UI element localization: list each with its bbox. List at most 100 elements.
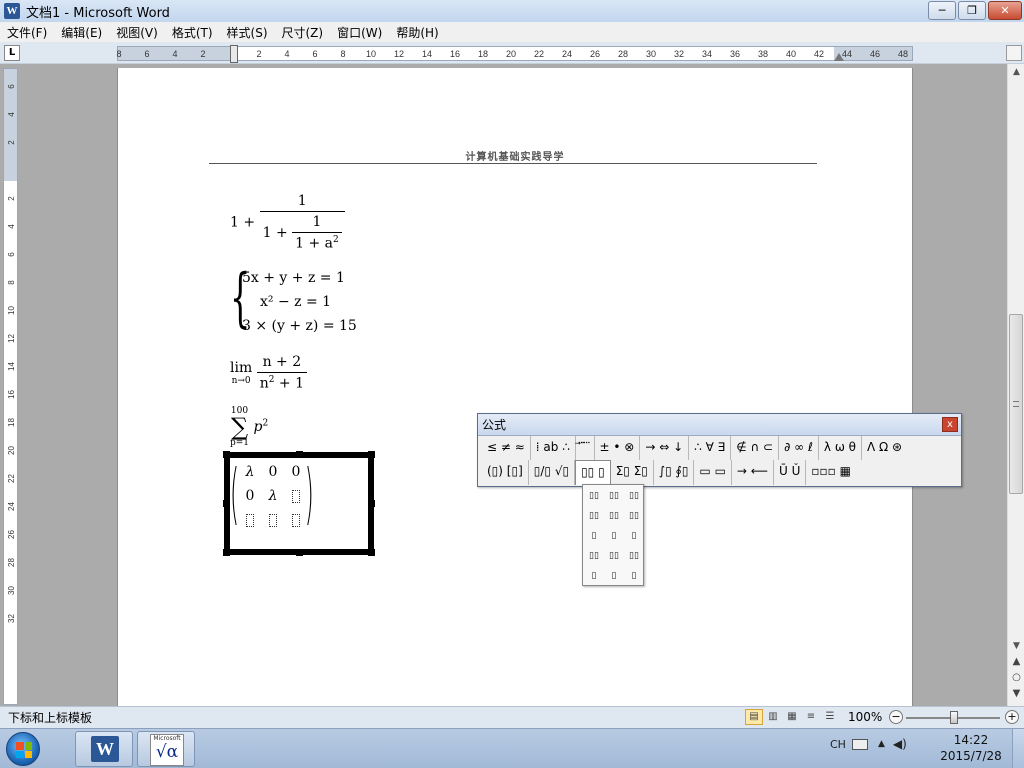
template-over-box[interactable]: ▯ [584,566,604,586]
misc-symbols-button[interactable]: ∂ ∞ ℓ [779,436,819,460]
matrix-cell-3-1[interactable] [242,512,258,528]
matrix-templates-button[interactable]: ▫▫▫ ▦ [806,460,856,485]
template-superscript-box[interactable]: ▯▯ [584,546,604,566]
resize-handle-br[interactable] [368,549,375,556]
zoom-level[interactable]: 100% [848,710,882,724]
template-subscript-left[interactable]: ▯▯ [604,486,624,506]
tab-selector-button[interactable]: L [4,45,20,61]
menu-help[interactable]: 帮助(H) [389,24,445,41]
embellishments-button[interactable]: ⃗ ⃛ ⃜ [576,436,595,460]
menu-window[interactable]: 窗口(W) [330,24,389,41]
zoom-out-button[interactable]: − [889,710,903,724]
taskbar-equation-editor-button[interactable]: Microsoft √α [137,731,195,767]
underbar-overbar-templates-button[interactable]: ▭ ▭ [694,460,732,485]
clock[interactable]: 14:22 2015/7/28 [936,732,1006,764]
vertical-scrollbar[interactable]: ▲ ▼ ▲ ○ ▼ [1007,64,1024,706]
prev-page-button[interactable]: ▲ [1008,656,1024,667]
template-under-over-box[interactable]: ▯ [624,566,644,586]
scroll-up-arrow[interactable]: ▲ [1008,64,1024,80]
menu-file[interactable]: 文件(F) [0,24,54,41]
menu-view[interactable]: 视图(V) [109,24,165,41]
equation-toolbar-close-button[interactable]: x [942,417,958,432]
matrix-cell-2-1[interactable]: 0 [242,488,258,504]
reading-view-button[interactable]: ▥ [764,709,782,725]
template-sub-super-left[interactable]: ▯▯ [624,486,644,506]
zoom-in-button[interactable]: + [1005,710,1019,724]
matrix-cell-3-3[interactable] [288,512,304,528]
volume-icon[interactable]: ◀) [893,737,907,751]
spaces-ellipses-button[interactable]: ⁞ ab ∴ [531,436,576,460]
draft-view-button[interactable]: ☰ [821,709,839,725]
resize-handle-r[interactable] [368,500,375,507]
equation-toolbar-titlebar[interactable]: 公式 x [478,414,961,436]
continued-fraction-equation[interactable]: 1 + 1 1 + 1 1 + a2 [230,193,345,252]
vertical-ruler[interactable]: 6 4 2 2 4 6 8 10 12 14 16 18 20 22 24 26 28 30 32 [3,68,18,705]
labeled-arrow-templates-button[interactable]: → ⟵ [732,460,774,485]
view-ruler-button[interactable] [1006,45,1022,61]
template-superscript-left[interactable]: ▯▯ [584,486,604,506]
show-hidden-icons-icon[interactable]: ▲ [878,739,885,749]
fraction-radical-templates-button[interactable]: ▯/▯ √▯ [529,460,576,485]
zoom-slider-thumb[interactable] [950,711,958,724]
matrix-cell-1-2[interactable]: 0 [265,464,281,480]
print-layout-view-button[interactable]: ▤ [745,709,763,725]
template-sub-super-box[interactable]: ▯▯ [624,546,644,566]
taskbar-word-button[interactable]: W [75,731,133,767]
browse-object-button[interactable]: ○ [1008,672,1024,683]
greek-uppercase-button[interactable]: Λ Ω ⊛ [862,436,907,460]
next-page-button[interactable]: ▼ [1008,688,1024,699]
resize-handle-l[interactable] [223,500,230,507]
arrow-symbols-button[interactable]: → ⇔ ↓ [640,436,690,460]
indent-marker[interactable] [230,45,238,63]
logical-symbols-button[interactable]: ∴ ∀ ∃ [689,436,732,460]
start-button[interactable] [6,732,40,766]
menu-size[interactable]: 尺寸(Z) [275,24,331,41]
template-sub-super-right[interactable]: ▯▯ [624,506,644,526]
template-subscript-right[interactable]: ▯▯ [604,506,624,526]
template-under-overscript[interactable]: ▯ [624,526,644,546]
web-layout-view-button[interactable]: ▦ [783,709,801,725]
greek-lowercase-button[interactable]: λ ω θ [819,436,863,460]
template-superscript-right[interactable]: ▯▯ [584,506,604,526]
maximize-button[interactable]: ❐ [958,1,986,20]
integral-templates-button[interactable]: ∫▯ ∮▯ [654,460,695,485]
input-language-indicator[interactable]: CH [830,738,846,751]
menu-edit[interactable]: 编辑(E) [54,24,109,41]
word-app-icon[interactable]: W [4,3,20,19]
keyboard-icon[interactable] [851,738,868,750]
page[interactable]: 计算机基础实践导学 1 + 1 1 + 1 1 + a2 { 5x + y + … [117,68,913,708]
summation-templates-button[interactable]: Σ▯ Σ▯ [611,460,654,485]
subscript-superscript-templates-button[interactable]: ▯▯ ▯ [575,460,611,485]
close-button[interactable]: ✕ [988,1,1022,20]
products-set-theory-templates-button[interactable]: Ū Ǔ [774,460,807,485]
summation-equation[interactable]: 100 ∑ p=1 p2 [230,406,268,448]
scroll-thumb[interactable] [1009,314,1023,494]
set-theory-symbols-button[interactable]: ∉ ∩ ⊂ [731,436,780,460]
matrix-cell-1-1[interactable]: λ [242,464,258,480]
matrix-cell-3-2[interactable] [265,512,281,528]
resize-handle-tr[interactable] [368,451,375,458]
template-underscript[interactable]: ▯ [604,526,624,546]
subscript-superscript-template-palette[interactable]: ▯▯ ▯▯ ▯▯ ▯▯ ▯▯ ▯▯ ▯ ▯ ▯ ▯▯ ▯▯ ▯▯ ▯ ▯ ▯ [582,484,644,586]
resize-handle-b[interactable] [296,549,303,556]
matrix-cell-2-3[interactable] [288,488,304,504]
resize-handle-t[interactable] [296,451,303,458]
fence-templates-button[interactable]: (▯) [▯] [482,460,529,485]
matrix-cell-1-3[interactable]: 0 [288,464,304,480]
resize-handle-tl[interactable] [223,451,230,458]
template-subscript-box[interactable]: ▯▯ [604,546,624,566]
scroll-down-arrow[interactable]: ▼ [1008,638,1024,654]
template-overscript[interactable]: ▯ [584,526,604,546]
document-area[interactable]: 计算机基础实践导学 1 + 1 1 + 1 1 + a2 { 5x + y + … [20,64,1007,708]
menu-style[interactable]: 样式(S) [220,24,275,41]
operator-symbols-button[interactable]: ± • ⊗ [595,436,641,460]
outline-view-button[interactable]: ≡ [802,709,820,725]
horizontal-ruler[interactable]: 8 6 4 2 2 4 6 8 10 12 14 16 18 20 22 24 26 28 30 32 34 36 38 40… [116,45,913,63]
template-under-box[interactable]: ▯ [604,566,624,586]
limit-equation[interactable]: lim n→0 n + 2 n2 + 1 [230,354,307,392]
menu-format[interactable]: 格式(T) [165,24,220,41]
matrix-cell-2-2[interactable]: λ [265,488,281,504]
relational-symbols-button[interactable]: ≤ ≠ ≈ [482,436,531,460]
show-desktop-button[interactable] [1012,729,1024,768]
minimize-button[interactable]: ─ [928,1,956,20]
